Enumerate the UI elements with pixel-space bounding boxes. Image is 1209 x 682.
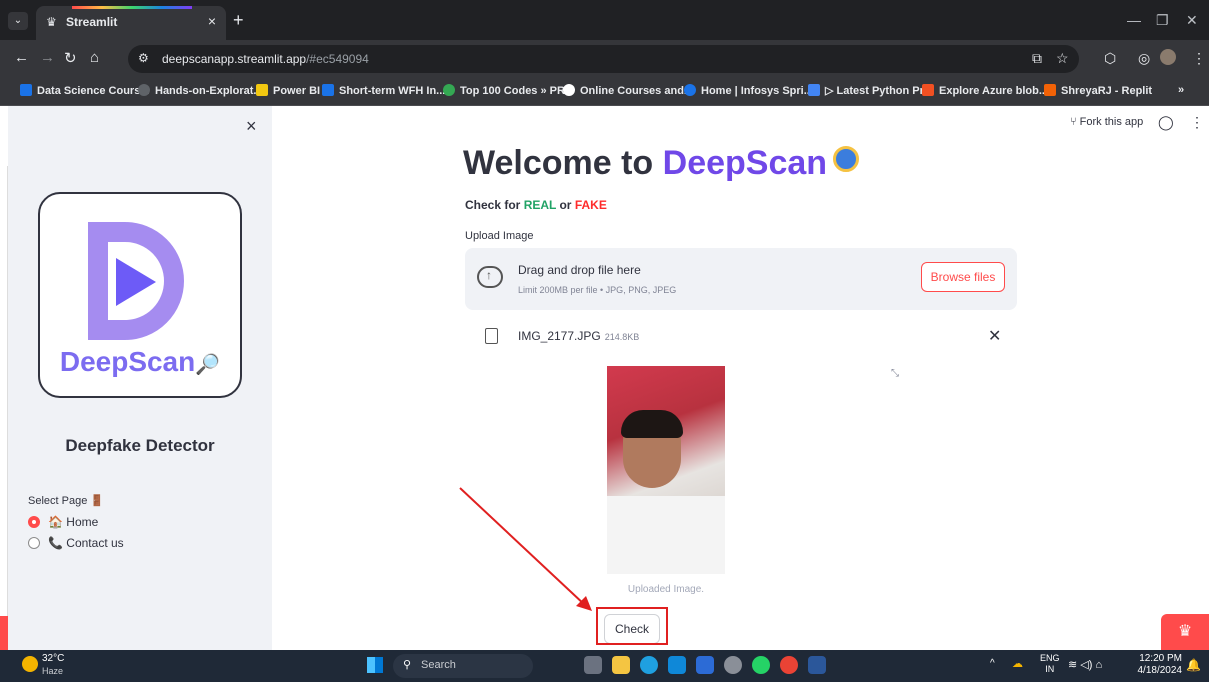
bookmark-favicon-icon — [256, 84, 268, 96]
bookmark-label: Data Science Cours... — [37, 85, 150, 97]
tab-search-button[interactable]: ⌄ — [8, 12, 28, 30]
search-icon: ⚲ — [403, 659, 412, 671]
bookmark-item[interactable]: Power BI — [256, 84, 320, 97]
bookmark-item[interactable]: ▷ Latest Python Pr... — [808, 84, 932, 97]
temperature: 32°C — [42, 653, 65, 664]
annotation-arrow — [459, 487, 592, 611]
region-code: IN — [1045, 664, 1055, 674]
task-view-icon[interactable] — [584, 656, 602, 674]
edge-icon[interactable] — [640, 656, 658, 674]
address-bar[interactable]: ⚙ deepscanapp.streamlit.app/#ec549094 — [128, 45, 1079, 73]
streamlit-crown-icon[interactable]: ♛ — [1161, 614, 1209, 650]
language-indicator[interactable]: ENG IN — [1040, 653, 1060, 675]
bookmark-label: Hands-on-Explorat... — [155, 85, 263, 97]
bookmark-label: Top 100 Codes » PR... — [460, 85, 575, 97]
minimize-icon[interactable]: — — [1127, 12, 1141, 28]
tab-close-icon[interactable]: × — [208, 13, 216, 29]
browser-tab[interactable]: ♛ Streamlit × — [36, 6, 226, 40]
copilot-icon[interactable]: ◎ — [1138, 50, 1150, 67]
word-icon[interactable] — [808, 656, 826, 674]
browser-tab-bar: ⌄ ♛ Streamlit × + — ❐ ✕ — [0, 0, 1209, 40]
clock-date: 4/18/2024 — [1137, 665, 1183, 676]
bookmark-label: ShreyaRJ - Replit — [1061, 85, 1153, 97]
back-icon[interactable]: ← — [14, 49, 29, 66]
chrome-icon[interactable] — [780, 656, 798, 674]
bookmark-favicon-icon — [443, 84, 455, 96]
bookmark-item[interactable]: Hands-on-Explorat... — [138, 84, 263, 97]
tab-loading-gradient — [72, 6, 192, 9]
bookmark-favicon-icon — [808, 84, 820, 96]
bookmark-label: Short-term WFH In... — [339, 85, 446, 97]
bookmark-item[interactable]: ShreyaRJ - Replit — [1044, 84, 1152, 97]
settings-app-icon[interactable] — [724, 656, 742, 674]
bookmark-item[interactable]: Data Science Cours... — [20, 84, 150, 97]
bookmark-favicon-icon — [684, 84, 696, 96]
bookmark-label: ▷ Latest Python Pr... — [825, 85, 933, 97]
bookmark-item[interactable]: Online Courses and... — [563, 84, 693, 97]
browser-menu-icon[interactable]: ⋮ — [1192, 50, 1206, 67]
clock-time: 12:20 PM — [1139, 653, 1182, 664]
bookmark-item[interactable]: Home | Infosys Spri... — [684, 84, 813, 97]
bookmark-item[interactable]: Explore Azure blob... — [922, 84, 1048, 97]
bookmark-item[interactable]: Top 100 Codes » PR... — [443, 84, 574, 97]
bookmark-favicon-icon — [322, 84, 334, 96]
url-text[interactable]: deepscanapp.streamlit.app/#ec549094 — [162, 52, 369, 66]
bookmark-favicon-icon — [138, 84, 150, 96]
windows-start-icon[interactable] — [367, 657, 383, 673]
tray-expand-icon[interactable]: ^ — [990, 658, 995, 669]
copilot-app-icon[interactable] — [556, 656, 574, 674]
tab-title: Streamlit — [66, 15, 118, 29]
bookmarks-bar: Data Science Cours... Hands-on-Explorat.… — [0, 76, 1209, 106]
bookmark-item[interactable]: Short-term WFH In... — [322, 84, 445, 97]
url-host: deepscanapp.streamlit.app — [162, 52, 307, 66]
bookmark-label: Home | Infosys Spri... — [701, 85, 813, 97]
bookmark-label: Explore Azure blob... — [939, 85, 1048, 97]
search-placeholder: Search — [421, 659, 456, 671]
system-clock[interactable]: 12:20 PM 4/18/2024 — [1126, 653, 1183, 677]
bookmark-favicon-icon — [563, 84, 575, 96]
onedrive-icon[interactable]: ☁ — [1012, 657, 1023, 670]
streamlit-favicon-icon: ♛ — [46, 15, 57, 29]
new-tab-button[interactable]: + — [233, 11, 244, 29]
weather-condition: Haze — [42, 666, 64, 676]
weather-icon[interactable] — [22, 656, 38, 672]
store-icon[interactable] — [696, 656, 714, 674]
bookmark-favicon-icon — [922, 84, 934, 96]
bookmark-label: Power BI — [273, 85, 321, 97]
url-path: /#ec549094 — [306, 52, 369, 66]
lang-code: ENG — [1040, 653, 1060, 663]
bookmark-label: Online Courses and... — [580, 85, 694, 97]
whatsapp-icon[interactable] — [752, 656, 770, 674]
notification-bell-icon[interactable]: 🔔 — [1186, 658, 1201, 672]
bookmark-favicon-icon — [1044, 84, 1056, 96]
mail-app-icon[interactable] — [668, 656, 686, 674]
file-explorer-icon[interactable] — [612, 656, 630, 674]
bookmark-favicon-icon — [20, 84, 32, 96]
install-app-icon[interactable]: ⧉ — [1032, 50, 1042, 67]
restore-icon[interactable]: ❐ — [1156, 12, 1169, 29]
extensions-icon[interactable]: ⬡ — [1104, 50, 1116, 67]
bookmarks-overflow-icon[interactable]: » — [1178, 84, 1184, 96]
browser-toolbar: ← → ↻ ⌂ ⚙ deepscanapp.streamlit.app/#ec5… — [0, 40, 1209, 76]
forward-icon[interactable]: → — [40, 49, 55, 66]
taskbar-search[interactable]: ⚲ Search — [393, 654, 533, 678]
close-window-icon[interactable]: ✕ — [1186, 12, 1198, 29]
windows-taskbar: 32°C Haze ⚲ Search ^ ☁ ENG IN ≋ ◁) ⌂ 12:2… — [0, 650, 1209, 682]
site-info-icon[interactable]: ⚙ — [138, 51, 149, 65]
bookmark-star-icon[interactable]: ☆ — [1056, 50, 1069, 67]
home-icon[interactable]: ⌂ — [90, 49, 99, 66]
reload-icon[interactable]: ↻ — [64, 49, 77, 67]
streamlit-page: × DeepScan🔎 Deepfake Detector Select Pag… — [0, 106, 1209, 650]
wifi-volume-battery-icons[interactable]: ≋ ◁) ⌂ — [1068, 658, 1102, 671]
profile-avatar[interactable] — [1160, 49, 1176, 65]
